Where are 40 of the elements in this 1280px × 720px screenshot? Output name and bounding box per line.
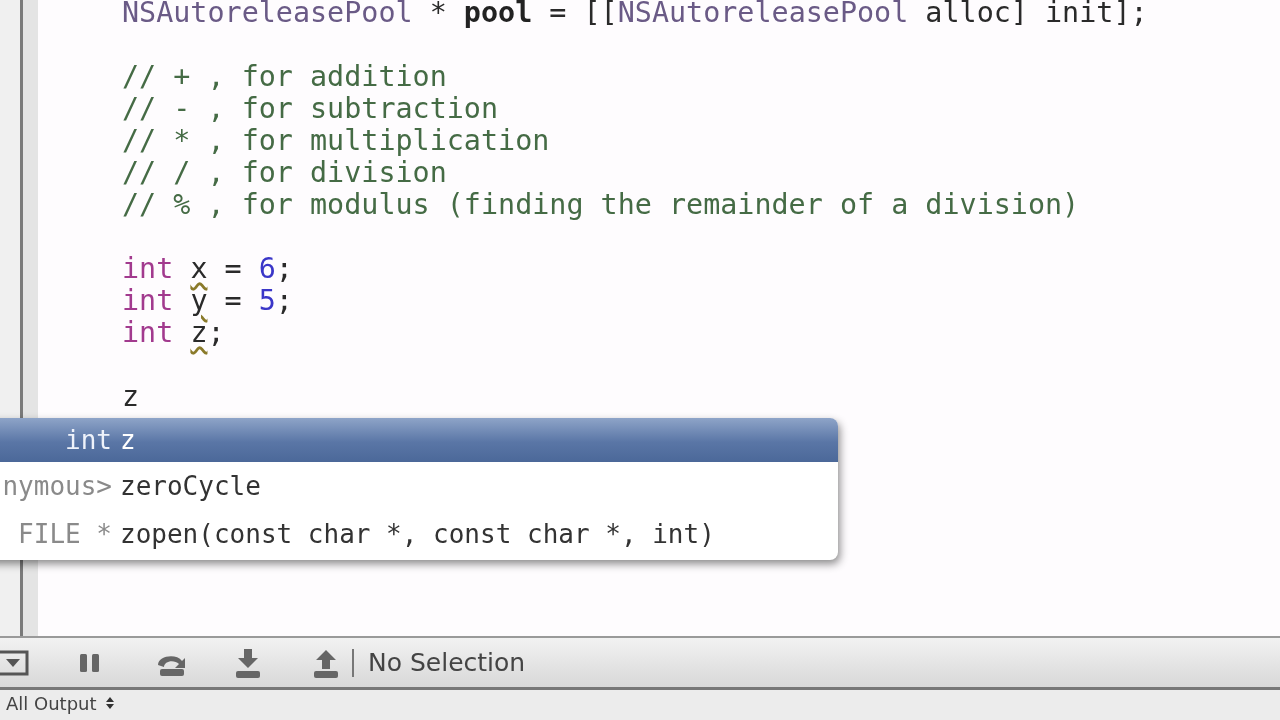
- code-token: 6: [258, 252, 276, 285]
- code-token: ;: [207, 316, 225, 349]
- code-token: 5: [258, 284, 276, 317]
- code-comment: // * , for multiplication: [122, 124, 550, 157]
- step-into-icon[interactable]: [234, 647, 262, 678]
- completion-item[interactable]: nymous> zeroCycle: [0, 462, 838, 510]
- stepper-icon[interactable]: [104, 696, 115, 710]
- code-token: =: [223, 252, 243, 285]
- code-token: =: [223, 284, 243, 317]
- step-out-icon[interactable]: [312, 647, 340, 678]
- code-token: z: [190, 316, 208, 349]
- code-token: int: [122, 252, 175, 285]
- code-token: x: [190, 252, 208, 285]
- code-token: alloc] init];: [924, 0, 1148, 29]
- code-token: pool: [463, 0, 533, 29]
- code-token: ;: [275, 284, 293, 317]
- code-token: NSAutoreleasePool: [122, 0, 413, 29]
- code-comment: // / , for division: [122, 156, 447, 189]
- symbol-name: z: [120, 425, 136, 455]
- code-comment: // + , for addition: [122, 60, 447, 93]
- completion-item[interactable]: int z: [0, 418, 838, 462]
- code-token: int: [122, 316, 175, 349]
- code-comment: // % , for modulus (finding the remainder of a division): [122, 188, 1080, 221]
- code-comment: // - , for subtraction: [122, 92, 499, 125]
- return-type: nymous>: [1, 471, 113, 501]
- completion-item[interactable]: FILE * zopen(const char *, const char *, int): [0, 510, 838, 558]
- output-scope-menu[interactable]: All Output: [6, 690, 97, 718]
- dropdown-icon[interactable]: [0, 649, 30, 676]
- code-token: ;: [275, 252, 293, 285]
- code-token: int: [122, 284, 175, 317]
- return-type: int: [64, 425, 113, 455]
- code-token: z: [122, 380, 140, 413]
- selection-status: No Selection: [368, 648, 526, 677]
- code-token: y: [190, 284, 208, 317]
- symbol-name: zeroCycle: [120, 471, 261, 501]
- code-token: NSAutoreleasePool: [617, 0, 909, 29]
- symbol-name: zopen(const char *, const char *, int): [120, 519, 715, 549]
- code-token: *: [428, 0, 448, 29]
- code-token: = [[: [548, 0, 618, 29]
- return-type: FILE *: [17, 519, 113, 549]
